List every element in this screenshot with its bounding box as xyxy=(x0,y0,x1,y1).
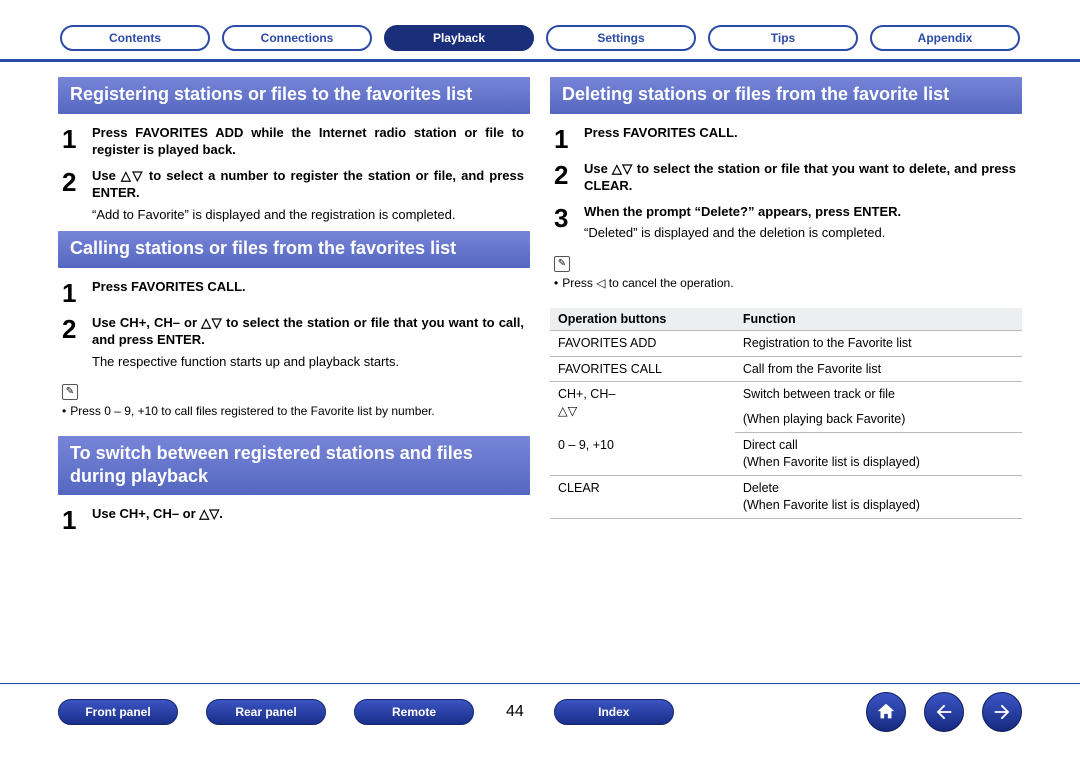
section-call-title: Calling stations or files from the favor… xyxy=(58,231,530,268)
operation-table: Operation buttons Function FAVORITES ADD… xyxy=(550,308,1022,519)
index-button[interactable]: Index xyxy=(554,699,674,725)
right-column: Deleting stations or files from the favo… xyxy=(550,77,1022,541)
switch-step-1: 1 Use CH+, CH– or △▽. xyxy=(58,505,530,533)
tab-connections[interactable]: Connections xyxy=(222,25,372,51)
step-text: Press FAVORITES CALL. xyxy=(92,279,246,294)
tab-tips[interactable]: Tips xyxy=(708,25,858,51)
pencil-icon: ✎ xyxy=(62,384,78,400)
section-delete-title: Deleting stations or files from the favo… xyxy=(550,77,1022,114)
step-number: 2 xyxy=(58,167,92,195)
table-header-function: Function xyxy=(735,308,1022,331)
arrow-left-icon xyxy=(933,701,955,723)
cell: FAVORITES ADD xyxy=(550,330,735,356)
step-number: 3 xyxy=(550,203,584,231)
step-number: 2 xyxy=(550,160,584,188)
home-icon xyxy=(875,701,897,723)
step-note: The respective function starts up and pl… xyxy=(92,353,524,371)
cell: Call from the Favorite list xyxy=(735,356,1022,382)
step-text: Press FAVORITES CALL. xyxy=(584,125,738,140)
cell: (When playing back Favorite) xyxy=(735,407,1022,432)
register-step-1: 1 Press FAVORITES ADD while the Internet… xyxy=(58,124,530,159)
note-text: Press 0 – 9, +10 to call files registere… xyxy=(70,404,435,418)
table-row: 0 – 9, +10 Direct call (When Favorite li… xyxy=(550,433,1022,476)
call-step-1: 1 Press FAVORITES CALL. xyxy=(58,278,530,306)
step-number: 1 xyxy=(550,124,584,152)
prev-page-button[interactable] xyxy=(924,692,964,732)
table-row: FAVORITES CALL Call from the Favorite li… xyxy=(550,356,1022,382)
tab-playback[interactable]: Playback xyxy=(384,25,534,51)
cell: CH+, CH– △▽ xyxy=(550,382,735,433)
cell: Registration to the Favorite list xyxy=(735,330,1022,356)
arrow-right-icon xyxy=(991,701,1013,723)
tab-contents[interactable]: Contents xyxy=(60,25,210,51)
tab-settings[interactable]: Settings xyxy=(546,25,696,51)
front-panel-button[interactable]: Front panel xyxy=(58,699,178,725)
call-step-2: 2 Use CH+, CH– or △▽ to select the stati… xyxy=(58,314,530,371)
main-content: Registering stations or files to the fav… xyxy=(0,62,1080,541)
call-note: ✎ Press 0 – 9, +10 to call files registe… xyxy=(62,384,526,418)
cell: Delete (When Favorite list is displayed) xyxy=(735,475,1022,518)
section-switch-title: To switch between registered stations an… xyxy=(58,436,530,495)
cell: Direct call (When Favorite list is displ… xyxy=(735,433,1022,476)
cell: 0 – 9, +10 xyxy=(550,433,735,476)
note-text: Press ◁ to cancel the operation. xyxy=(562,276,733,290)
step-text: When the prompt “Delete?” appears, press… xyxy=(584,204,901,219)
step-text: Use CH+, CH– or △▽. xyxy=(92,506,223,521)
delete-step-2: 2 Use △▽ to select the station or file t… xyxy=(550,160,1022,195)
left-column: Registering stations or files to the fav… xyxy=(58,77,530,541)
table-row: CH+, CH– △▽ Switch between track or file xyxy=(550,382,1022,407)
top-nav: Contents Connections Playback Settings T… xyxy=(0,0,1080,62)
delete-note: ✎ Press ◁ to cancel the operation. xyxy=(554,256,1018,290)
home-button[interactable] xyxy=(866,692,906,732)
bottom-bar: Front panel Rear panel Remote 44 Index xyxy=(0,683,1080,739)
table-row: CLEAR Delete (When Favorite list is disp… xyxy=(550,475,1022,518)
table-header-buttons: Operation buttons xyxy=(550,308,735,331)
delete-step-3: 3 When the prompt “Delete?” appears, pre… xyxy=(550,203,1022,242)
remote-button[interactable]: Remote xyxy=(354,699,474,725)
tab-appendix[interactable]: Appendix xyxy=(870,25,1020,51)
register-step-2: 2 Use △▽ to select a number to register … xyxy=(58,167,530,224)
step-number: 1 xyxy=(58,505,92,533)
rear-panel-button[interactable]: Rear panel xyxy=(206,699,326,725)
step-number: 2 xyxy=(58,314,92,342)
page-number: 44 xyxy=(506,703,524,721)
cell: Switch between track or file xyxy=(735,382,1022,407)
step-text: Use △▽ to select a number to register th… xyxy=(92,168,524,201)
step-number: 1 xyxy=(58,278,92,306)
cell: CLEAR xyxy=(550,475,735,518)
pencil-icon: ✎ xyxy=(554,256,570,272)
table-row: FAVORITES ADD Registration to the Favori… xyxy=(550,330,1022,356)
step-note: “Add to Favorite” is displayed and the r… xyxy=(92,206,524,224)
section-register-title: Registering stations or files to the fav… xyxy=(58,77,530,114)
cell: FAVORITES CALL xyxy=(550,356,735,382)
step-number: 1 xyxy=(58,124,92,152)
step-note: “Deleted” is displayed and the deletion … xyxy=(584,224,1016,242)
step-text: Use △▽ to select the station or file tha… xyxy=(584,161,1016,194)
step-text: Press FAVORITES ADD while the Internet r… xyxy=(92,125,524,158)
next-page-button[interactable] xyxy=(982,692,1022,732)
step-text: Use CH+, CH– or △▽ to select the station… xyxy=(92,315,524,348)
delete-step-1: 1 Press FAVORITES CALL. xyxy=(550,124,1022,152)
